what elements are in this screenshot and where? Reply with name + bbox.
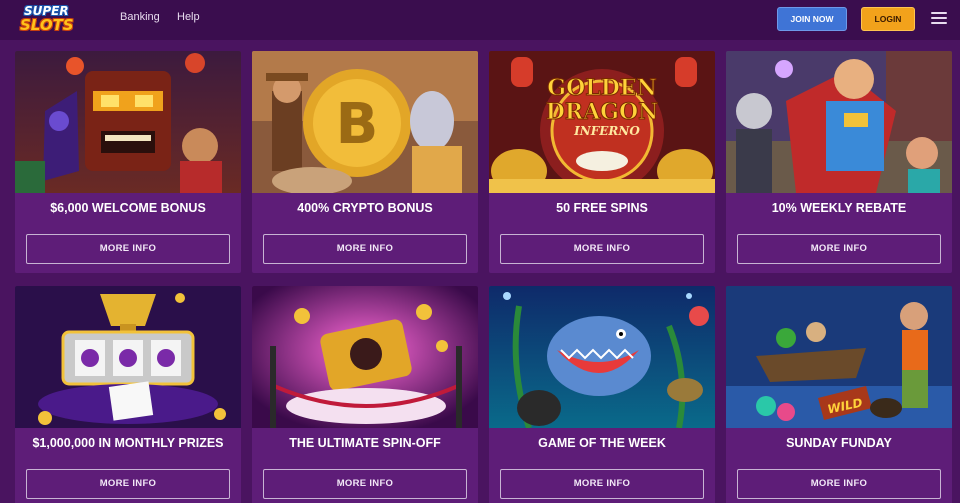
- more-info-button[interactable]: MORE INFO: [500, 234, 704, 264]
- more-info-button[interactable]: MORE INFO: [263, 234, 467, 264]
- promo-card-welcome-bonus: $6,000 WELCOME BONUS MORE INFO: [15, 51, 241, 273]
- promo-title: 50 FREE SPINS: [556, 201, 648, 215]
- promo-card-sunday-funday: WILD SUNDAY FUNDAY MORE INFO: [726, 286, 952, 503]
- promo-card-crypto-bonus: B 400% CRYPTO BONUS MORE INFO: [252, 51, 478, 273]
- promo-title: $6,000 WELCOME BONUS: [50, 201, 206, 215]
- promo-card-weekly-rebate: 10% WEEKLY REBATE MORE INFO: [726, 51, 952, 273]
- login-button[interactable]: LOGIN: [861, 7, 915, 31]
- more-info-button[interactable]: MORE INFO: [737, 234, 941, 264]
- promo-card-monthly-prizes: $1,000,000 IN MONTHLY PRIZES MORE INFO: [15, 286, 241, 503]
- hamburger-icon[interactable]: [931, 12, 947, 26]
- more-info-button[interactable]: MORE INFO: [737, 469, 941, 499]
- superhero-art-image: [726, 51, 952, 193]
- top-header: SUPER SLOTS Banking Help JOIN NOW LOGIN: [0, 0, 960, 40]
- promo-title: 10% WEEKLY REBATE: [771, 201, 907, 215]
- art-text-golden: GOLDEN: [547, 75, 656, 101]
- promo-title: 400% CRYPTO BONUS: [297, 201, 433, 215]
- super-slots-logo[interactable]: SUPER SLOTS: [20, 4, 78, 34]
- promo-title: SUNDAY FUNDAY: [786, 436, 892, 450]
- more-info-button[interactable]: MORE INFO: [263, 469, 467, 499]
- art-text-dragon: DRAGON: [546, 99, 659, 125]
- promo-title: GAME OF THE WEEK: [538, 436, 666, 450]
- nav-banking-link[interactable]: Banking: [120, 11, 160, 23]
- art-text-inferno: INFERNO: [573, 124, 640, 138]
- promo-card-free-spins: GOLDEN DRAGON INFERNO 50 FREE SPINS MORE…: [489, 51, 715, 273]
- more-info-button[interactable]: MORE INFO: [26, 469, 230, 499]
- bitcoin-art-image: B: [252, 51, 478, 193]
- trophy-slot-art-image: [15, 286, 241, 428]
- shark-art-image: [489, 286, 715, 428]
- promo-title: THE ULTIMATE SPIN-OFF: [289, 436, 441, 450]
- sunday-funday-art-image: WILD: [726, 286, 952, 428]
- more-info-button[interactable]: MORE INFO: [500, 469, 704, 499]
- more-info-button[interactable]: MORE INFO: [26, 234, 230, 264]
- promo-card-game-of-week: GAME OF THE WEEK MORE INFO: [489, 286, 715, 503]
- promo-title: $1,000,000 IN MONTHLY PRIZES: [32, 436, 224, 450]
- spin-off-art-image: [252, 286, 478, 428]
- svg-text:B: B: [336, 92, 379, 157]
- golden-dragon-art-image: GOLDEN DRAGON INFERNO: [489, 51, 715, 193]
- promo-card-spin-off: THE ULTIMATE SPIN-OFF MORE INFO: [252, 286, 478, 503]
- join-now-button[interactable]: JOIN NOW: [777, 7, 847, 31]
- tiki-art-image: [15, 51, 241, 193]
- nav-help-link[interactable]: Help: [177, 11, 200, 23]
- logo-text-bottom: SLOTS: [20, 16, 74, 34]
